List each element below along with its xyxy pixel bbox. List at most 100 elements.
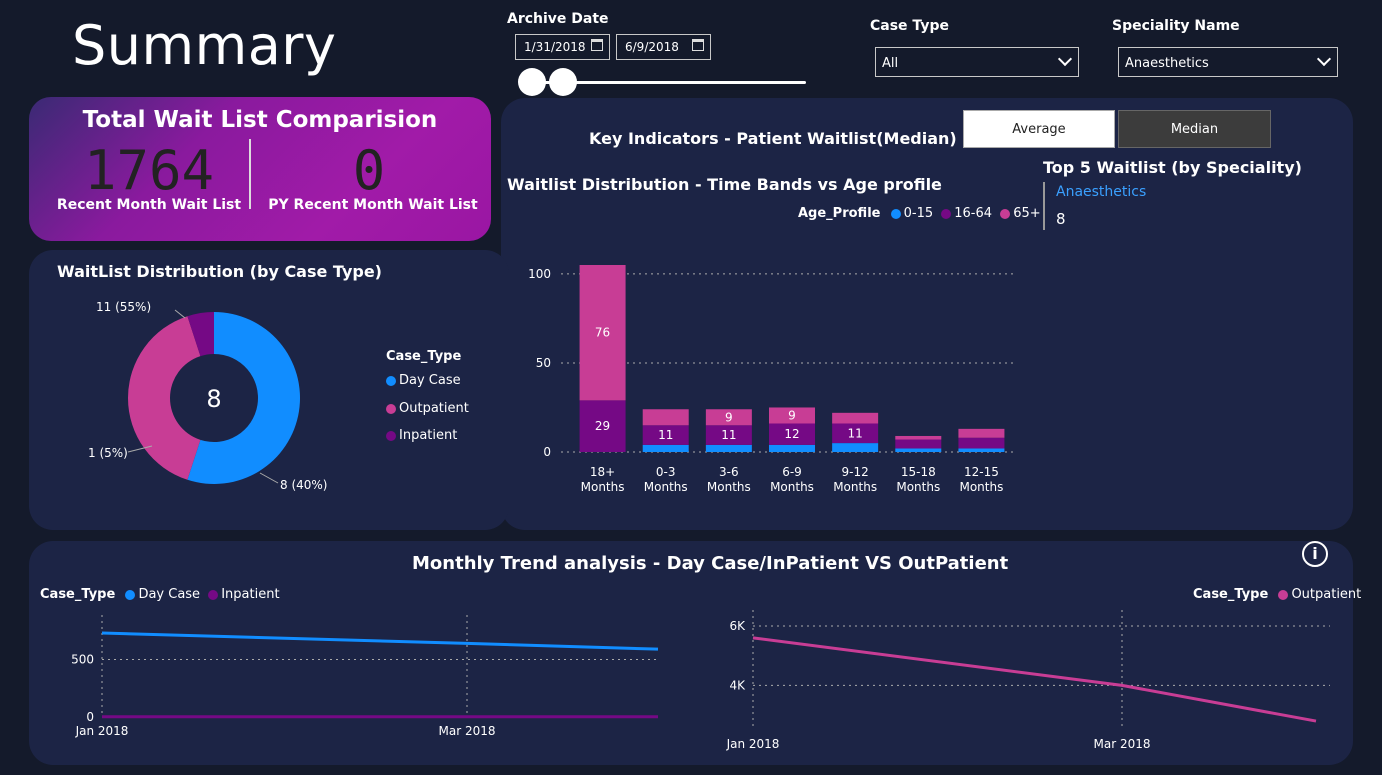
x-tick-label: 9-12 [842, 465, 869, 479]
donut-legend-inpatient[interactable]: Inpatient [386, 428, 457, 443]
calendar-icon[interactable] [591, 39, 603, 51]
bar-segment [958, 448, 1005, 452]
x-tick-label: 12-15 [964, 465, 999, 479]
x-tick-label: Jan 2018 [726, 737, 780, 751]
py-month-value: 0 [352, 139, 386, 202]
legend-outpatient[interactable]: Outpatient [1291, 587, 1361, 602]
bar-data-label: 76 [595, 326, 610, 340]
bar-segment [895, 439, 942, 449]
legend-item-16-64[interactable]: 16-64 [954, 206, 992, 221]
x-tick-label: 0-3 [656, 465, 676, 479]
x-tick-label: Months [896, 480, 940, 494]
trend-left-legend: Case_Type Day Case Inpatient [40, 587, 280, 602]
donut-center-value: 8 [206, 385, 221, 413]
case-type-value: All [882, 56, 899, 71]
legend-dot-icon [1000, 208, 1011, 219]
x-tick-label: Jan 2018 [75, 724, 129, 738]
donut-title: WaitList Distribution (by Case Type) [57, 262, 382, 281]
bar-segment [832, 443, 879, 452]
case-type-dropdown[interactable]: All [875, 47, 1079, 77]
py-month-label: PY Recent Month Wait List [268, 197, 478, 213]
donut-slice-outpatient [127, 316, 201, 480]
bar-data-label: 11 [721, 428, 736, 442]
key-indicators-title: Key Indicators - Patient Waitlist(Median… [589, 129, 957, 148]
start-date-input[interactable]: 1/31/2018 [515, 34, 610, 60]
info-icon[interactable]: i [1302, 541, 1328, 567]
x-tick-label: Months [959, 480, 1003, 494]
y-tick-label: 0 [543, 445, 551, 459]
legend-day-case-label: Day Case [399, 373, 461, 388]
bar-segment [958, 437, 1005, 449]
legend-item-0-15[interactable]: 0-15 [904, 206, 934, 221]
y-tick-label: 0 [86, 710, 94, 724]
kpi-card: Total Wait List Comparision 1764 Recent … [29, 97, 491, 241]
date-slider-start-handle[interactable] [518, 68, 546, 96]
y-tick-label: 4K [729, 678, 746, 692]
legend-inpatient[interactable]: Inpatient [221, 587, 279, 602]
trend-right-chart: 4K 6K Jan 2018 Mar 2018 [726, 610, 1330, 751]
bar-segment [895, 448, 942, 452]
archive-date-label: Archive Date [507, 11, 609, 27]
calendar-icon[interactable] [692, 39, 704, 51]
legend-dot-icon [941, 208, 952, 219]
y-tick-label: 6K [729, 619, 746, 633]
series-line-day-case [101, 631, 659, 651]
bar-segment [958, 428, 1005, 438]
legend-outpatient-label: Outpatient [399, 401, 469, 416]
legend-item-65[interactable]: 65+ [1013, 206, 1040, 221]
x-tick-label: Months [770, 480, 814, 494]
page-title: Summary [72, 14, 337, 77]
x-tick-label: Months [707, 480, 751, 494]
speciality-value: Anaesthetics [1125, 56, 1209, 71]
top5-title: Top 5 Waitlist (by Speciality) [1043, 158, 1302, 177]
series-line-outpatient [752, 636, 1317, 723]
top5-item[interactable]: Anaesthetics [1056, 184, 1146, 200]
x-tick-label: 15-18 [901, 465, 936, 479]
end-date-value: 6/9/2018 [625, 40, 679, 54]
top5-value: 8 [1056, 210, 1066, 228]
recent-month-value: 1764 [83, 139, 215, 202]
end-date-input[interactable]: 6/9/2018 [616, 34, 711, 60]
bar-legend: Age_Profile 0-15 16-64 65+ [798, 206, 1041, 221]
chevron-down-icon [1057, 51, 1073, 67]
trend-title: Monthly Trend analysis - Day Case/InPati… [412, 553, 1009, 574]
bar-segment [895, 435, 942, 440]
legend-day-case[interactable]: Day Case [138, 587, 200, 602]
trend-left-chart: 0 500 Jan 2018 Mar 2018 [71, 615, 659, 738]
y-tick-label: 50 [536, 356, 551, 370]
start-date-value: 1/31/2018 [524, 40, 586, 54]
legend-dot-icon [125, 589, 136, 600]
donut-chart: 8 11 (55%) 8 (40%) 1 (5%) [88, 300, 327, 492]
kpi-divider [249, 139, 251, 209]
bar-segment [705, 444, 752, 452]
trend-right-legend: Case_Type Outpatient [1193, 587, 1361, 602]
donut-legend-outpatient[interactable]: Outpatient [386, 401, 469, 416]
bar-data-label: 9 [725, 410, 733, 424]
leader-line [259, 472, 279, 484]
bar-segment [642, 444, 689, 452]
bar-legend-title: Age_Profile [798, 206, 881, 221]
trend-left-legend-title: Case_Type [40, 587, 116, 602]
date-slider-end-handle[interactable] [549, 68, 577, 96]
top5-bar [1043, 182, 1045, 230]
x-tick-label: Mar 2018 [1094, 737, 1151, 751]
x-tick-label: Months [644, 480, 688, 494]
x-tick-label: 3-6 [719, 465, 739, 479]
bar-data-label: 12 [784, 427, 799, 441]
donut-legend-day-case[interactable]: Day Case [386, 373, 461, 388]
speciality-label: Speciality Name [1112, 18, 1240, 34]
x-tick-label: Months [833, 480, 877, 494]
legend-dot-icon [890, 208, 901, 219]
trend-right-legend-title: Case_Type [1193, 587, 1269, 602]
average-button[interactable]: Average [963, 110, 1115, 148]
x-tick-label: Mar 2018 [439, 724, 496, 738]
legend-dot-icon [386, 430, 396, 441]
speciality-dropdown[interactable]: Anaesthetics [1118, 47, 1338, 77]
y-tick-label: 100 [528, 267, 551, 281]
donut-label-day-case: 11 (55%) [96, 300, 151, 314]
legend-dot-icon [208, 589, 219, 600]
median-button[interactable]: Median [1118, 110, 1271, 148]
bar-data-label: 11 [848, 426, 863, 440]
bar-segment [769, 444, 815, 452]
y-tick-label: 500 [71, 653, 94, 667]
